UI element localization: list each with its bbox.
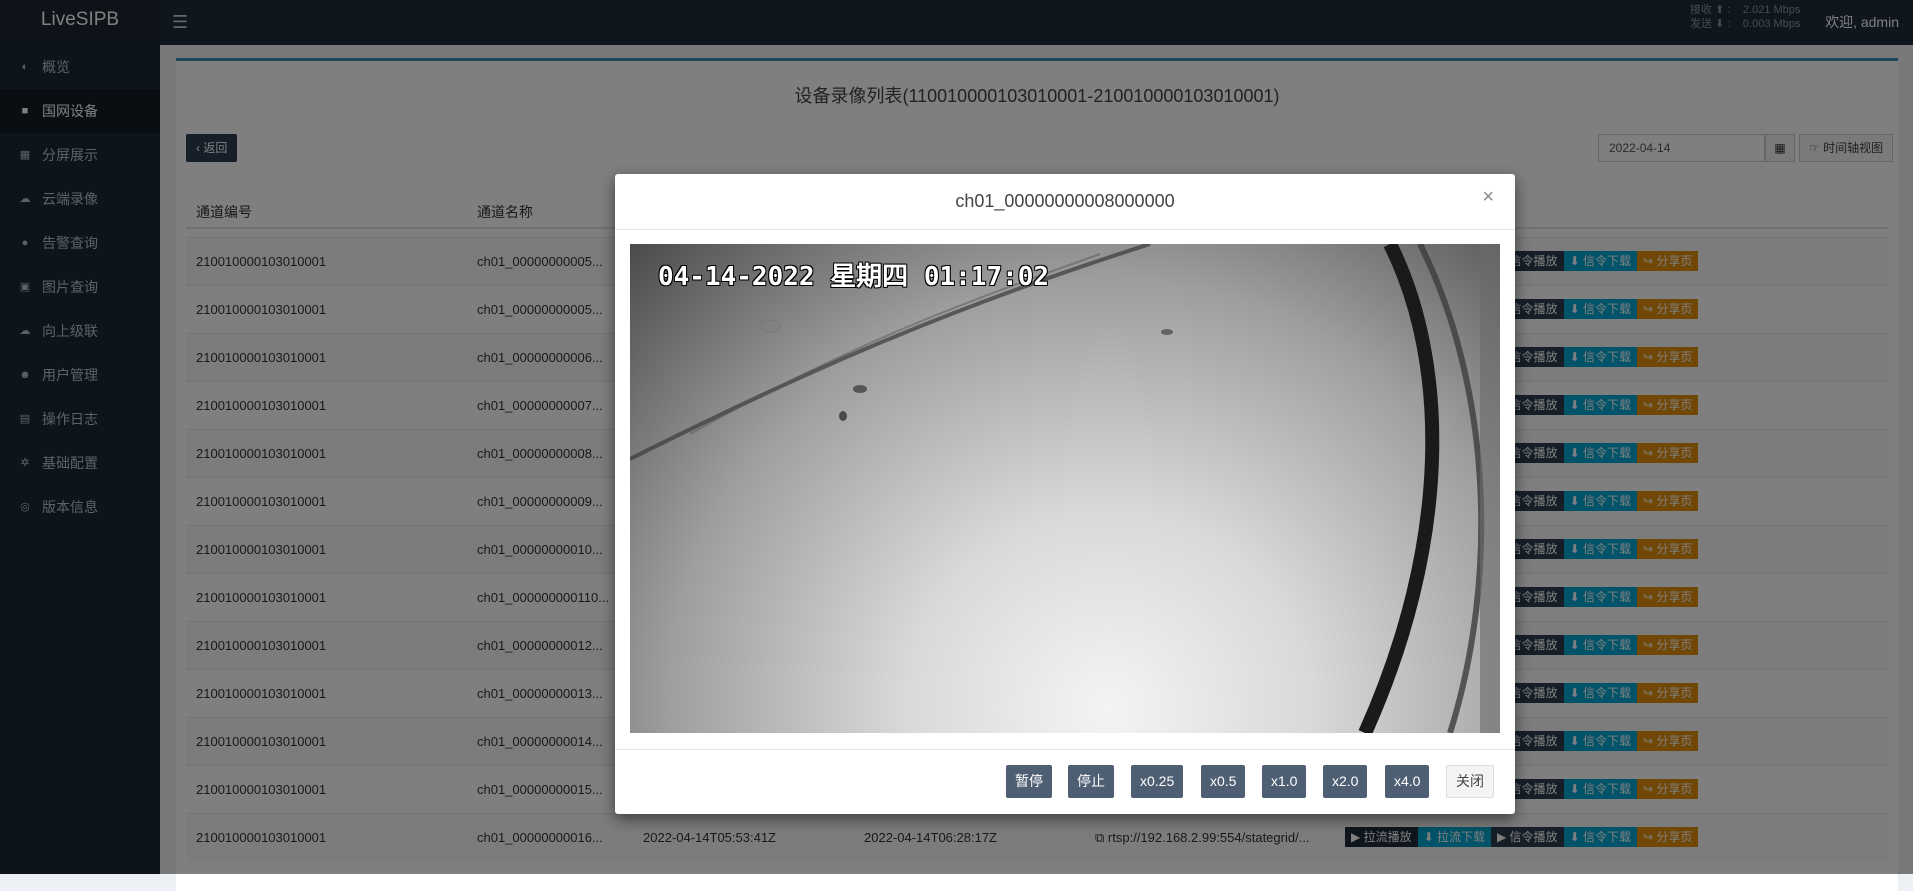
speed-0-25-button[interactable]: x0.25 bbox=[1131, 765, 1184, 798]
modal-close-button[interactable]: 关闭 bbox=[1446, 765, 1494, 798]
pause-button[interactable]: 暂停 bbox=[1006, 765, 1052, 798]
modal-divider bbox=[615, 749, 1515, 750]
video-timestamp-overlay: 04-14-2022 星期四 01:17:02 bbox=[658, 262, 1050, 292]
speed-2-0-button[interactable]: x2.0 bbox=[1323, 765, 1368, 798]
video-player[interactable]: 04-14-2022 星期四 01:17:02 bbox=[630, 244, 1500, 733]
video-playback-modal: ch01_00000000008000000 × 04-14-2022 星期四 … bbox=[615, 174, 1515, 814]
speed-4-0-button[interactable]: x4.0 bbox=[1385, 765, 1430, 798]
speed-1-0-button[interactable]: x1.0 bbox=[1262, 765, 1307, 798]
speed-0-5-button[interactable]: x0.5 bbox=[1201, 765, 1246, 798]
stop-button[interactable]: 停止 bbox=[1068, 765, 1114, 798]
modal-title: ch01_00000000008000000 bbox=[955, 191, 1175, 211]
video-frame-image bbox=[630, 244, 1500, 733]
close-icon[interactable]: × bbox=[1482, 186, 1494, 209]
modal-divider bbox=[615, 229, 1515, 230]
